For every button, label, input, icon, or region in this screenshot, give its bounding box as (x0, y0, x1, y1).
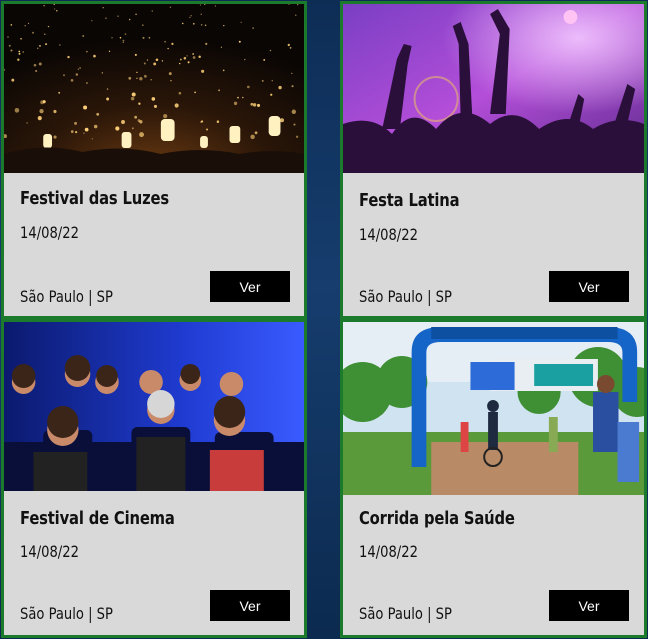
event-date: 14/08/22 (20, 223, 79, 242)
cinema-audience-image (4, 322, 304, 491)
event-card: Festival de Cinema 14/08/22 São Paulo | … (1, 319, 307, 638)
race-finish-line-image (343, 322, 644, 495)
event-location: São Paulo | SP (359, 604, 452, 623)
event-title: Festival de Cinema (20, 508, 175, 529)
event-location: São Paulo | SP (20, 287, 113, 306)
view-button[interactable]: Ver (210, 590, 290, 621)
event-card: Festival das Luzes 14/08/22 São Paulo | … (1, 1, 307, 319)
view-button[interactable]: Ver (549, 590, 629, 621)
event-title: Festival das Luzes (20, 188, 169, 209)
event-title: Festa Latina (359, 190, 460, 211)
concert-crowd-image (343, 4, 644, 173)
view-button[interactable]: Ver (549, 271, 629, 302)
event-location: São Paulo | SP (359, 287, 452, 306)
event-card: Festa Latina 14/08/22 São Paulo | SP Ver (340, 1, 647, 319)
event-date: 14/08/22 (359, 542, 418, 561)
event-date: 14/08/22 (20, 542, 79, 561)
view-button[interactable]: Ver (210, 271, 290, 302)
event-date: 14/08/22 (359, 225, 418, 244)
event-card: Corrida pela Saúde 14/08/22 São Paulo | … (340, 319, 647, 638)
event-location: São Paulo | SP (20, 604, 113, 623)
lantern-festival-image (4, 4, 304, 173)
event-title: Corrida pela Saúde (359, 508, 515, 529)
